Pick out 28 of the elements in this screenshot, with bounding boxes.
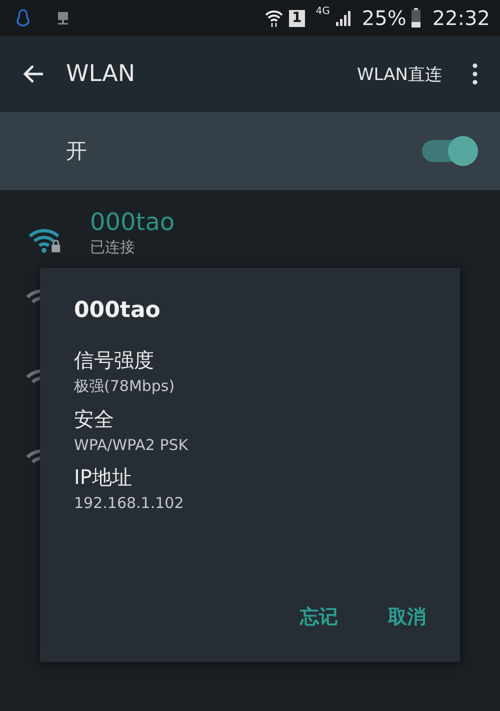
computer-icon xyxy=(57,11,69,25)
more-options-icon[interactable] xyxy=(472,63,478,85)
sim-card-label: 1 xyxy=(289,10,305,26)
penguin-icon xyxy=(16,9,30,27)
battery-icon xyxy=(411,8,422,28)
clock: 22:32 xyxy=(432,6,490,30)
network-type: 4G xyxy=(316,6,330,17)
battery-percent: 25% xyxy=(362,6,406,30)
wifi-icon xyxy=(26,449,40,465)
field-value: 192.168.1.102 xyxy=(74,494,185,512)
wlan-direct-button[interactable]: WLAN直连 xyxy=(356,62,442,86)
field-label: 信号强度 xyxy=(74,347,155,374)
network-name[interactable]: 000tao xyxy=(90,208,175,236)
field-value: 极强(78Mbps) xyxy=(74,377,176,396)
dialog-title: 000tao xyxy=(74,298,162,323)
field-label: IP地址 xyxy=(74,464,133,491)
wifi-icon xyxy=(264,8,284,28)
signal-icon xyxy=(334,9,351,27)
dialog-button[interactable]: 忘记 xyxy=(300,604,338,630)
wifi-icon xyxy=(26,369,40,385)
wifi-icon xyxy=(26,289,40,305)
switch-label: 开 xyxy=(66,138,87,165)
network-status: 已连接 xyxy=(90,238,136,257)
field-value: WPA/WPA2 PSK xyxy=(74,436,190,454)
field-label: 安全 xyxy=(74,406,115,433)
wifi-lock-icon xyxy=(28,226,62,254)
dialog-button[interactable]: 取消 xyxy=(388,604,426,630)
screen-title: WLAN xyxy=(66,61,136,87)
